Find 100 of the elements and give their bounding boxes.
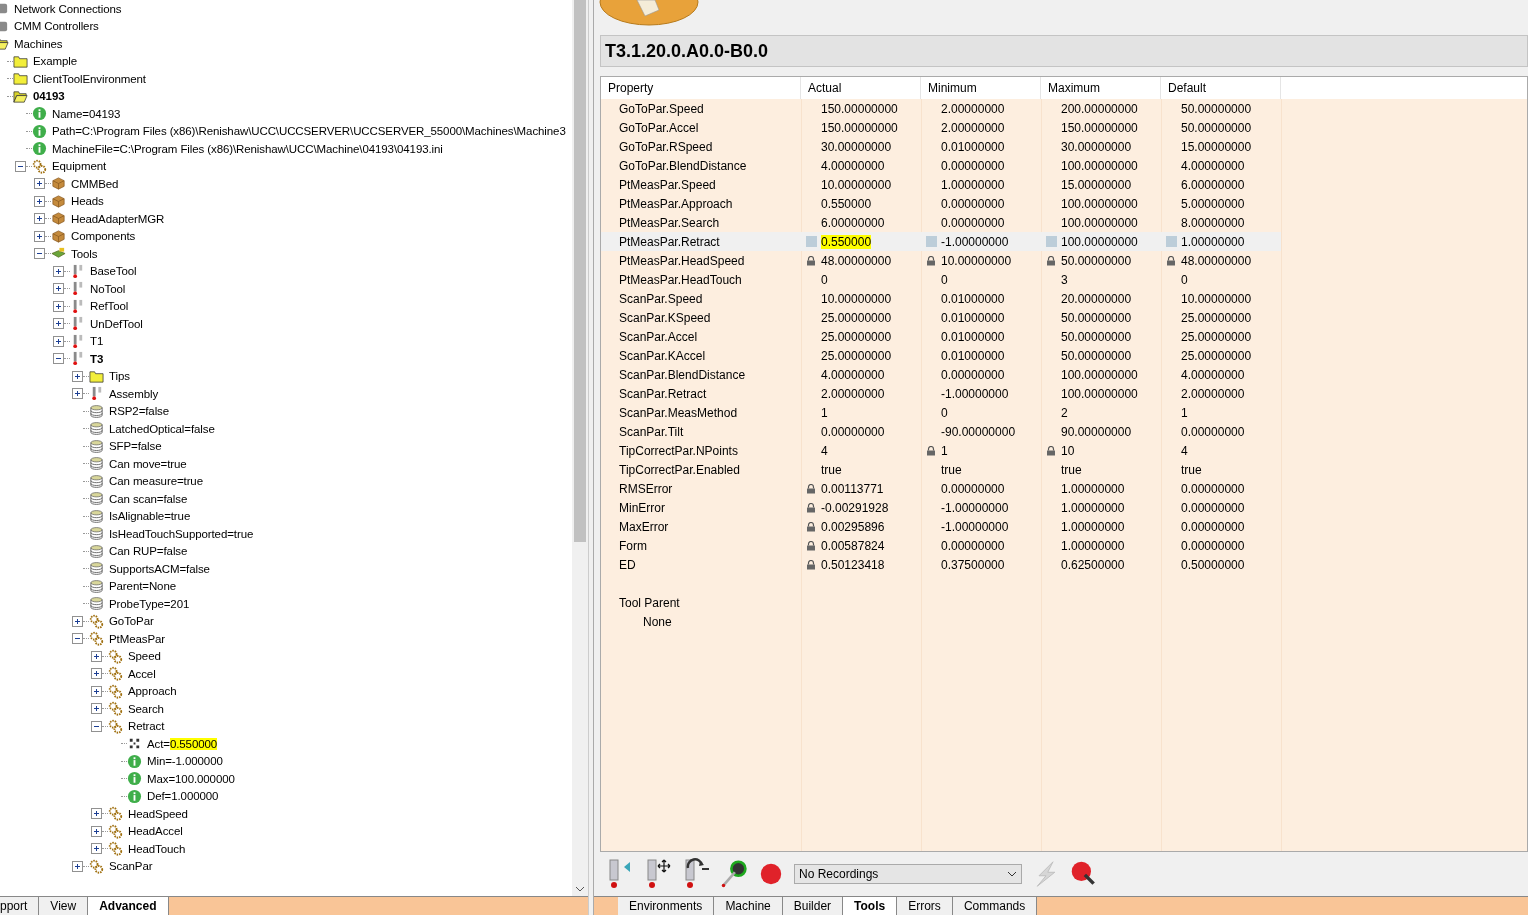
tree-item[interactable]: ClientToolEnvironment — [32, 72, 147, 85]
table-row[interactable]: ScanPar.Retract 2.00000000 -1.00000000 100.00000000 2.00000000 — [601, 384, 1281, 403]
tree-item[interactable]: Def=1.000000 — [146, 790, 220, 803]
table-row[interactable]: ScanPar.KAccel 25.00000000 0.01000000 50.00000000 25.00000000 — [601, 346, 1281, 365]
tree-item[interactable]: Example — [32, 55, 79, 68]
table-row[interactable]: RMSError 0.00113771 0.00000000 1.00000000 0.00000000 — [601, 479, 1281, 498]
expand-toggle[interactable] — [91, 843, 102, 855]
table-row[interactable]: GoToPar.BlendDistance 4.00000000 0.00000000 100.00000000 4.00000000 — [601, 156, 1281, 175]
table-row[interactable]: PtMeasPar.HeadTouch 0 0 3 0 — [601, 270, 1281, 289]
tree-item[interactable]: Search — [127, 702, 165, 715]
tree-item[interactable]: PtMeasPar — [108, 632, 166, 645]
table-row[interactable]: PtMeasPar.HeadSpeed 48.00000000 10.00000000 50.00000000 48.00000000 — [601, 251, 1281, 270]
tree-item[interactable]: Max=100.000000 — [146, 772, 236, 785]
table-row[interactable]: PtMeasPar.Speed 10.00000000 1.00000000 15.00000000 6.00000000 — [601, 175, 1281, 194]
scrollbar[interactable] — [572, 0, 588, 896]
tree-item[interactable]: HeadTouch — [127, 842, 187, 855]
expand-toggle[interactable] — [72, 615, 83, 627]
expand-toggle[interactable] — [34, 195, 45, 207]
expand-toggle[interactable] — [34, 213, 45, 225]
tree-item[interactable]: Tips — [108, 370, 131, 383]
tree-item[interactable]: RefTool — [89, 300, 130, 313]
tab[interactable]: Environments — [618, 897, 715, 915]
tab[interactable]: Errors — [897, 897, 953, 915]
tree-item[interactable]: IsAlignable=true — [108, 510, 192, 523]
tree-item[interactable]: RSP2=false — [108, 405, 171, 418]
tree-item[interactable]: 04193 — [32, 90, 66, 103]
expand-toggle[interactable] — [72, 860, 83, 872]
expand-toggle[interactable] — [91, 668, 102, 680]
table-row[interactable]: TipCorrectPar.NPoints 4 1 10 4 — [601, 441, 1281, 460]
tree-item[interactable]: Retract — [127, 720, 166, 733]
expand-toggle[interactable] — [72, 388, 83, 400]
table-row[interactable]: ScanPar.BlendDistance 4.00000000 0.00000000 100.00000000 4.00000000 — [601, 365, 1281, 384]
table-row[interactable]: GoToPar.RSpeed 30.00000000 0.01000000 30.00000000 15.00000000 — [601, 137, 1281, 156]
tree-item[interactable]: T3 — [89, 352, 105, 365]
expand-toggle[interactable] — [91, 825, 102, 837]
table-row[interactable]: MaxError 0.00295896 -1.00000000 1.00000000 0.00000000 — [601, 517, 1281, 536]
tab[interactable]: Tools — [843, 897, 898, 915]
table-row[interactable]: GoToPar.Accel 150.00000000 2.00000000 150.00000000 50.00000000 — [601, 118, 1281, 137]
expand-toggle[interactable] — [91, 703, 102, 715]
table-row[interactable]: GoToPar.Speed 150.00000000 2.00000000 200.00000000 50.00000000 — [601, 99, 1281, 118]
table-row[interactable]: ScanPar.KSpeed 25.00000000 0.01000000 50.00000000 25.00000000 — [601, 308, 1281, 327]
tree-item[interactable]: ProbeType=201 — [108, 597, 191, 610]
expand-toggle[interactable] — [91, 720, 102, 732]
probe-move-icon[interactable] — [644, 858, 672, 890]
table-row[interactable]: MinError -0.00291928 -1.00000000 1.00000000 0.00000000 — [601, 498, 1281, 517]
recordings-dropdown[interactable]: No Recordings — [794, 864, 1022, 884]
tree-item[interactable]: Network Connections — [13, 2, 123, 15]
expand-toggle[interactable] — [53, 318, 64, 330]
tree-item[interactable]: BaseTool — [89, 265, 138, 278]
expand-toggle[interactable] — [53, 283, 64, 295]
tree-item[interactable]: Speed — [127, 650, 162, 663]
expand-toggle[interactable] — [34, 248, 45, 260]
tree-item[interactable]: Equipment — [51, 160, 108, 173]
tree-item[interactable]: CMMBed — [70, 177, 120, 190]
tree-item[interactable]: Components — [70, 230, 137, 243]
tree-item[interactable]: HeadSpeed — [127, 807, 189, 820]
tab[interactable]: Advanced — [88, 897, 169, 915]
tree-item[interactable]: Machines — [13, 37, 64, 50]
tree-item[interactable]: GoToPar — [108, 615, 155, 628]
tab[interactable]: Builder — [782, 897, 844, 915]
tree-item[interactable]: Assembly — [108, 387, 160, 400]
stylus-target-icon[interactable] — [720, 858, 748, 890]
tree-item[interactable]: Accel — [127, 667, 157, 680]
tree-item[interactable]: Parent=None — [108, 580, 177, 593]
table-row[interactable]: TipCorrectPar.Enabled true true true true — [601, 460, 1281, 479]
tab[interactable]: Commands — [952, 897, 1038, 915]
expand-toggle[interactable] — [53, 265, 64, 277]
tree-item[interactable]: Heads — [70, 195, 105, 208]
tree-item[interactable]: UnDefTool — [89, 317, 144, 330]
expand-toggle[interactable] — [15, 160, 26, 172]
tree-item[interactable]: IsHeadTouchSupported=true — [108, 527, 255, 540]
tree-item[interactable]: Can measure=true — [108, 475, 204, 488]
tree-item[interactable]: ScanPar — [108, 860, 154, 873]
expand-toggle[interactable] — [34, 230, 45, 242]
tree-item[interactable]: Approach — [127, 685, 178, 698]
expand-toggle[interactable] — [34, 178, 45, 190]
expand-toggle[interactable] — [91, 650, 102, 662]
table-row[interactable]: Form 0.00587824 0.00000000 1.00000000 0.00000000 — [601, 536, 1281, 555]
tree-item[interactable]: MachineFile=C:\Program Files (x86)\Renishaw\UCC\Machine\04193\04193.ini — [51, 142, 444, 155]
record-icon[interactable] — [758, 861, 784, 887]
table-row[interactable]: PtMeasPar.Approach 0.550000 0.00000000 100.00000000 5.00000000 — [601, 194, 1281, 213]
tree-item[interactable]: Min=-1.000000 — [146, 755, 224, 768]
tree-item[interactable]: Name=04193 — [51, 107, 122, 120]
table-row[interactable]: ScanPar.Accel 25.00000000 0.01000000 50.00000000 25.00000000 — [601, 327, 1281, 346]
tree-item[interactable]: Can scan=false — [108, 492, 189, 505]
tree-item[interactable]: CMM Controllers — [13, 20, 100, 33]
tab[interactable]: pport — [0, 897, 40, 915]
table-row[interactable]: ED 0.50123418 0.37500000 0.62500000 0.50000000 — [601, 555, 1281, 574]
tree-item[interactable]: HeadAccel — [127, 825, 184, 838]
tree-item[interactable]: Path=C:\Program Files (x86)\Renishaw\UCC\UCCSERVER\UCCSERVER_55000\Machines\Machine3 — [51, 125, 567, 138]
tree-item[interactable]: Can RUP=false — [108, 545, 189, 558]
table-row[interactable]: PtMeasPar.Retract 0.550000 -1.00000000 100.00000000 1.00000000 — [601, 232, 1281, 251]
expand-toggle[interactable] — [53, 335, 64, 347]
tree-item[interactable]: Can move=true — [108, 457, 188, 470]
tab[interactable]: Machine — [714, 897, 783, 915]
tab[interactable]: View — [39, 897, 89, 915]
expand-toggle[interactable] — [53, 353, 64, 365]
tree-item[interactable]: HeadAdapterMGR — [70, 212, 166, 225]
expand-toggle[interactable] — [53, 300, 64, 312]
expand-toggle[interactable] — [91, 808, 102, 820]
